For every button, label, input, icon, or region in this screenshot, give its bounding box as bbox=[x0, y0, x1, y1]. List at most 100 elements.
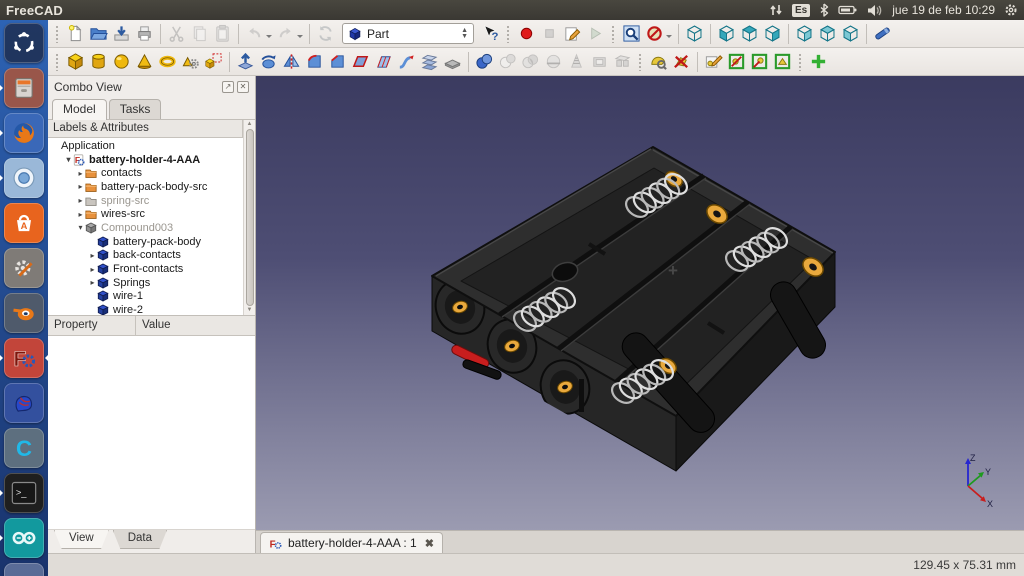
expander-icon[interactable]: ▸ bbox=[88, 265, 97, 274]
launcher-item-blue-head-app[interactable] bbox=[4, 383, 44, 423]
sketch-validate-button[interactable] bbox=[725, 50, 748, 73]
tree-item-wire-1[interactable]: wire-1 bbox=[48, 290, 243, 304]
sweep-button[interactable] bbox=[395, 50, 418, 73]
copy-button[interactable] bbox=[188, 22, 211, 45]
launcher-item-firefox[interactable] bbox=[4, 113, 44, 153]
whats-this-button[interactable]: ? bbox=[479, 22, 502, 45]
offset-button[interactable] bbox=[441, 50, 464, 73]
expander-icon[interactable]: ▸ bbox=[76, 169, 85, 178]
macro-record-button[interactable] bbox=[515, 22, 538, 45]
toolbar-drag-handle[interactable] bbox=[611, 25, 616, 43]
box-button[interactable] bbox=[64, 50, 87, 73]
expander-icon[interactable]: ▸ bbox=[76, 210, 85, 219]
launcher-item-freecad[interactable]: F bbox=[4, 338, 44, 378]
launcher-item-ubuntu-dash[interactable] bbox=[4, 23, 44, 63]
chamfer-button[interactable] bbox=[326, 50, 349, 73]
tree-item-application[interactable]: Application bbox=[48, 139, 243, 153]
view-bottom-button[interactable] bbox=[816, 22, 839, 45]
cross-sections-button[interactable] bbox=[565, 50, 588, 73]
cone-button[interactable] bbox=[133, 50, 156, 73]
boolean-union-button[interactable] bbox=[473, 50, 496, 73]
workbench-selector[interactable]: Part▲▼ bbox=[342, 23, 474, 44]
launcher-item-arduino[interactable] bbox=[4, 518, 44, 558]
cylinder-button[interactable] bbox=[87, 50, 110, 73]
sketch-map-face-button[interactable] bbox=[771, 50, 794, 73]
close-panel-icon[interactable]: ✕ bbox=[237, 81, 249, 93]
sketch-reorient-button[interactable] bbox=[748, 50, 771, 73]
sketch-edit-button[interactable] bbox=[702, 50, 725, 73]
draw-style-button[interactable] bbox=[643, 22, 666, 45]
tab-view[interactable]: View bbox=[54, 530, 109, 549]
scroll-down-icon[interactable]: ▼ bbox=[247, 307, 253, 314]
launcher-item-software-center[interactable]: A bbox=[4, 203, 44, 243]
tree-item-front-contacts[interactable]: ▸Front-contacts bbox=[48, 262, 243, 276]
thickness-button[interactable] bbox=[588, 50, 611, 73]
expander-icon[interactable]: ▸ bbox=[76, 182, 85, 191]
view-right-button[interactable] bbox=[761, 22, 784, 45]
tree-item-wires-src[interactable]: ▸wires-src bbox=[48, 207, 243, 221]
redo-button[interactable] bbox=[274, 22, 297, 45]
tree-item-battery-holder-4-aaa[interactable]: ▾Fbattery-holder-4-AAA bbox=[48, 153, 243, 167]
launcher-item-blender[interactable] bbox=[4, 293, 44, 333]
close-document-icon[interactable]: ✖ bbox=[425, 537, 434, 550]
scrollbar-thumb[interactable] bbox=[246, 129, 254, 306]
tree-item-contacts[interactable]: ▸contacts bbox=[48, 166, 243, 180]
view-isometric-button[interactable] bbox=[683, 22, 706, 45]
extrude-button[interactable] bbox=[234, 50, 257, 73]
view-rear-button[interactable] bbox=[793, 22, 816, 45]
paste-button[interactable] bbox=[211, 22, 234, 45]
launcher-item-cura[interactable]: C bbox=[4, 428, 44, 468]
fit-all-button[interactable] bbox=[620, 22, 643, 45]
expander-icon[interactable]: ▸ bbox=[88, 251, 97, 260]
expander-icon[interactable]: ▾ bbox=[76, 223, 85, 232]
tree-item-battery-pack-body-src[interactable]: ▸battery-pack-body-src bbox=[48, 180, 243, 194]
ruled-surface-button[interactable] bbox=[372, 50, 395, 73]
new-file-button[interactable] bbox=[64, 22, 87, 45]
3d-viewport[interactable]: + bbox=[256, 76, 1024, 530]
toolbar-drag-handle[interactable] bbox=[638, 53, 643, 71]
macro-stop-button[interactable] bbox=[538, 22, 561, 45]
launcher-item-chromium[interactable] bbox=[4, 158, 44, 198]
tree-item-compound003[interactable]: ▾Compound003 bbox=[48, 221, 243, 235]
toolbar-drag-handle[interactable] bbox=[506, 25, 511, 43]
shape-builder-button[interactable] bbox=[202, 50, 225, 73]
tree-item-wire-2[interactable]: wire-2 bbox=[48, 303, 243, 315]
view-top-button[interactable] bbox=[738, 22, 761, 45]
tab-tasks[interactable]: Tasks bbox=[109, 99, 162, 119]
expander-icon[interactable]: ▸ bbox=[88, 278, 97, 287]
dropdown-caret-icon[interactable] bbox=[266, 35, 272, 41]
create-primitives-button[interactable] bbox=[179, 50, 202, 73]
battery-icon[interactable] bbox=[838, 4, 858, 16]
launcher-item-trash[interactable] bbox=[4, 563, 44, 576]
fillet-button[interactable] bbox=[303, 50, 326, 73]
expander-icon[interactable]: ▸ bbox=[76, 196, 85, 205]
dropdown-caret-icon[interactable] bbox=[666, 35, 672, 41]
revolve-button[interactable] bbox=[257, 50, 280, 73]
tree-scrollbar[interactable]: ▲ ▼ bbox=[243, 120, 255, 315]
view-front-button[interactable] bbox=[715, 22, 738, 45]
toolbar-drag-handle[interactable] bbox=[798, 53, 803, 71]
check-geometry-button[interactable] bbox=[647, 50, 670, 73]
launcher-item-terminal[interactable]: >_ bbox=[4, 473, 44, 513]
sphere-button[interactable] bbox=[110, 50, 133, 73]
tree-item-spring-src[interactable]: ▸spring-src bbox=[48, 194, 243, 208]
tree-item-battery-pack-body[interactable]: battery-pack-body bbox=[48, 235, 243, 249]
print-button[interactable] bbox=[133, 22, 156, 45]
tab-data[interactable]: Data bbox=[113, 530, 167, 549]
save-file-button[interactable] bbox=[110, 22, 133, 45]
macro-play-button[interactable] bbox=[584, 22, 607, 45]
dropdown-caret-icon[interactable] bbox=[297, 35, 303, 41]
boolean-cut-button[interactable] bbox=[496, 50, 519, 73]
tree-item-back-contacts[interactable]: ▸back-contacts bbox=[48, 249, 243, 263]
undo-button[interactable] bbox=[243, 22, 266, 45]
loft-button[interactable] bbox=[418, 50, 441, 73]
session-gear-icon[interactable] bbox=[1004, 3, 1018, 17]
torus-button[interactable] bbox=[156, 50, 179, 73]
tree-item-springs[interactable]: ▸Springs bbox=[48, 276, 243, 290]
mirror-button[interactable] bbox=[280, 50, 303, 73]
network-arrows-icon[interactable] bbox=[769, 3, 783, 17]
property-table-body[interactable] bbox=[48, 336, 255, 529]
volume-icon[interactable] bbox=[867, 4, 883, 17]
clock[interactable]: jue 19 de feb 10:29 bbox=[892, 3, 995, 17]
measure-linear-button[interactable] bbox=[871, 22, 894, 45]
